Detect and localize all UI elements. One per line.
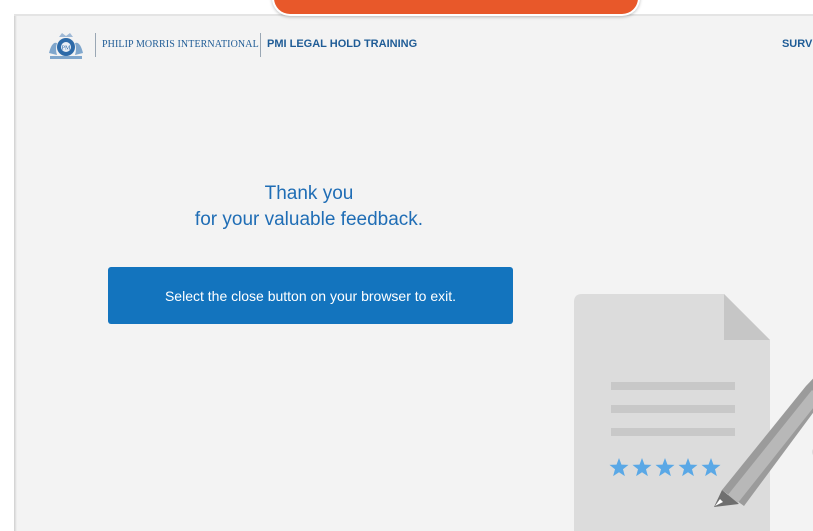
course-title: PMI LEGAL HOLD TRAINING — [267, 38, 418, 50]
pmi-crest-logo: PM — [49, 33, 83, 59]
header-divider — [95, 33, 96, 57]
thank-you-message: Thank you for your valuable feedback. — [134, 181, 484, 233]
app-screen: PM PHILIP MORRIS INTERNATIONAL PMI LEGAL… — [0, 0, 813, 531]
orange-top-tab — [272, 0, 640, 16]
feedback-document-illustration — [574, 294, 813, 531]
document-line — [611, 428, 735, 436]
header-divider — [260, 33, 261, 57]
svg-text:PM: PM — [62, 46, 71, 52]
survey-label: SURVEY — [781, 38, 813, 50]
exit-instruction-text: Select the close button on your browser … — [164, 287, 457, 304]
header-bar: PM PHILIP MORRIS INTERNATIONAL PMI LEGAL… — [28, 28, 813, 64]
feedback-line: for your valuable feedback. — [194, 209, 424, 230]
thank-you-line: Thank you — [264, 183, 354, 204]
document-fold — [724, 294, 770, 340]
document-line — [611, 405, 735, 413]
screen-edge-shadow — [14, 14, 17, 531]
exit-instruction-banner: Select the close button on your browser … — [108, 267, 513, 324]
brand-name: PHILIP MORRIS INTERNATIONAL — [102, 39, 259, 50]
document-line — [611, 382, 735, 390]
